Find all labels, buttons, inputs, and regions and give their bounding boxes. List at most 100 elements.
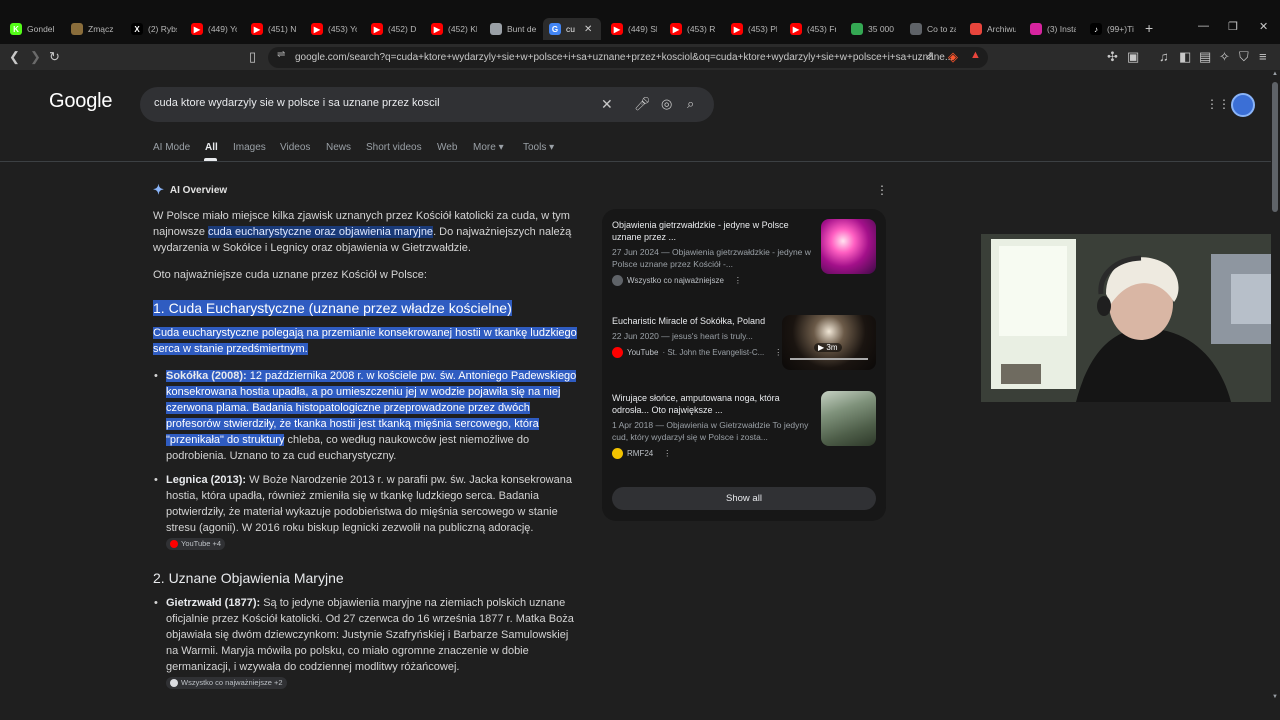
tab-item[interactable]: ▶ (449) Yo [185,18,237,40]
tab-label: (453) Pl [748,24,777,34]
tab-item[interactable]: Archiwu [964,18,1016,40]
site-favicon-icon [612,275,623,286]
tab-tools[interactable]: Tools ▾ [523,142,554,153]
tab-item[interactable]: ▶ (449) Sl [605,18,657,40]
tab-news[interactable]: News [326,142,351,153]
list-item-legnica: Legnica (2013): W Boże Narodzenie 2013 r… [153,472,583,552]
site-info-icon[interactable]: ⇌ [277,49,285,60]
lens-icon[interactable]: ◎ [661,96,672,112]
media-icon[interactable]: ♫ [1159,49,1169,64]
bookmark-icon[interactable]: ▯ [249,49,256,65]
list-item-gietrzwald: Gietrzwałd (1877): Są to jedyne objawien… [153,595,583,691]
tab-more[interactable]: More ▾ [473,142,504,153]
tab-short-videos[interactable]: Short videos [366,142,422,153]
close-window-icon[interactable]: ✕ [1259,20,1268,33]
tab-item[interactable]: Bunt de [484,18,536,40]
tab-item[interactable]: ▶ (452) D [365,18,417,40]
address-bar[interactable]: google.com/search?q=cuda+ktore+wydarzyly… [268,47,988,68]
menu-icon[interactable]: ≡ [1259,49,1267,64]
tab-item[interactable]: 35 000 [845,18,897,40]
tab-item[interactable]: Co to za [904,18,956,40]
search-box[interactable]: cuda ktore wydarzyly sie w polsce i sa u… [140,87,714,122]
tab-item[interactable]: (3) Insta [1024,18,1076,40]
tab-item[interactable]: ▶ (453) Yo [305,18,357,40]
reload-icon[interactable]: ↻ [49,49,60,65]
search-icon[interactable]: ⌕ [687,96,694,112]
source-card-3[interactable]: Wirujące słońce, amputowana noga, która … [612,392,817,459]
search-input[interactable]: cuda ktore wydarzyly sie w polsce i sa u… [154,97,440,109]
tab-favicon-icon [490,23,502,35]
tab-videos[interactable]: Videos [280,142,310,153]
tab-favicon-icon [970,23,982,35]
wallet-icon[interactable]: ▤ [1199,49,1211,65]
eucharistic-list: Sokółka (2008): 12 października 2008 r. … [153,368,583,560]
source-card-1[interactable]: Objawienia gietrzwałdzkie - jedyne w Pol… [612,219,817,286]
back-icon[interactable]: ❮ [9,49,20,65]
avatar[interactable] [1231,93,1255,117]
tab-images[interactable]: Images [233,142,266,153]
tab-item[interactable]: ▶ (451) N [245,18,297,40]
source-chip-youtube[interactable]: YouTube +4 [166,538,226,551]
youtube-icon [612,347,623,358]
source-title[interactable]: Objawienia gietrzwałdzkie - jedyne w Pol… [612,219,817,243]
tab-all[interactable]: All [205,142,218,153]
browser-toolbar: ❮ ❯ ↻ ▯ google.com/search?q=cuda+ktore+w… [0,44,1280,70]
tab-item[interactable]: K Gondel [4,18,56,40]
tab-label: Bunt de [507,24,536,34]
tab-favicon-icon: ▶ [611,23,623,35]
vpn-icon[interactable]: ⛉ [1239,49,1249,65]
brave-rewards-icon[interactable]: ▲ [970,49,981,61]
maximize-icon[interactable]: ❐ [1228,20,1238,33]
video-thumbnail[interactable]: ▶ 3m [782,315,876,370]
new-tab-button[interactable]: + [1145,20,1153,36]
minimize-icon[interactable]: — [1198,20,1209,32]
screenshot-icon[interactable]: ▣ [1127,49,1139,65]
tab-favicon-icon: ▶ [790,23,802,35]
source-thumbnail-3[interactable] [821,391,876,446]
tab-web[interactable]: Web [437,142,457,153]
brave-shield-icon[interactable]: ◈ [948,49,958,65]
sidebar-icon[interactable]: ◧ [1179,49,1191,65]
close-tab-icon[interactable]: ✕ [584,24,592,35]
leo-ai-icon[interactable]: ✧ [1219,49,1230,65]
source-chip-wcn[interactable]: Wszystko co najważniejsze +2 [166,677,287,690]
tab-item[interactable]: ▶ (452) Kl [425,18,477,40]
scroll-up-icon[interactable]: ▲ [1272,71,1278,77]
source-title[interactable]: Wirujące słońce, amputowana noga, która … [612,392,817,416]
tab-favicon-icon [71,23,83,35]
webcam-image [981,234,1280,402]
tab-item[interactable]: ▶ (453) Pl [725,18,777,40]
tab-item[interactable]: Gcu ✕ [543,18,601,40]
scrollbar-thumb[interactable] [1272,82,1278,212]
tab-more-label: More [473,142,496,153]
tab-item[interactable]: ▶ (453) Fr [784,18,836,40]
tab-ai-mode[interactable]: AI Mode [153,142,190,153]
show-all-button[interactable]: Show all [612,487,876,510]
tab-item[interactable]: X (2) Rybs [125,18,177,40]
google-logo[interactable]: Google [49,90,112,113]
more-options-icon[interactable]: ⋮ [734,276,742,285]
ai-intro: W Polsce miało miejsce kilka zjawisk uzn… [153,208,583,256]
tab-label: (453) Fr [807,24,836,34]
share-icon[interactable]: ⇗ [925,49,934,62]
scroll-down-icon[interactable]: ▼ [1272,694,1278,700]
video-duration-badge: ▶ 3m [814,343,842,352]
tab-label: (449) Sl [628,24,657,34]
list-item-sokolka: Sokółka (2008): 12 października 2008 r. … [153,368,583,464]
more-options-icon[interactable]: ⋮ [876,183,888,197]
gietrzwald-label: Gietrzwałd (1877): [166,597,261,609]
tab-label: (449) Yo [208,24,237,34]
forward-icon[interactable]: ❯ [30,49,41,65]
clear-icon[interactable]: ✕ [601,96,613,113]
tab-label: (452) Kl [448,24,477,34]
extensions-icon[interactable]: ✣ [1107,49,1118,65]
tab-item[interactable]: Zmącz [65,18,117,40]
eucharistic-description-text: Cuda eucharystyczne polegają na przemian… [153,327,577,355]
tab-item[interactable]: ▶ (453) R [664,18,716,40]
tab-item[interactable]: ♪ (99+)Ti [1084,18,1136,40]
tab-label: Gondel [27,24,55,34]
microphone-icon[interactable]: 🎤︎ [634,96,651,112]
more-options-icon[interactable]: ⋮ [663,449,671,458]
source-thumbnail-1[interactable] [821,219,876,274]
tab-favicon-icon: ▶ [731,23,743,35]
